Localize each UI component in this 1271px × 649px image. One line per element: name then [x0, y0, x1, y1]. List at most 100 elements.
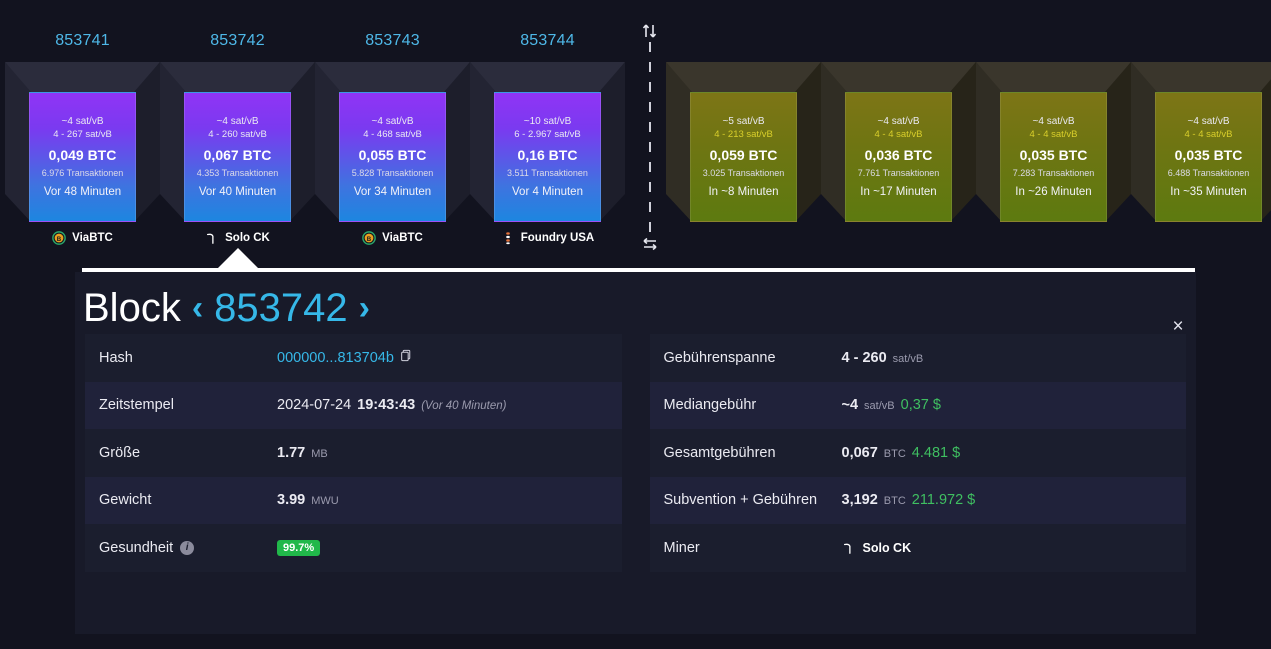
- table-row: Gewicht 3.99 MWU: [85, 476, 622, 524]
- block-height-link[interactable]: 853742: [160, 32, 315, 50]
- block-summary-table-right: Gebührenspanne 4 - 260 sat/vB Mediangebühr ~…: [649, 334, 1186, 572]
- table-row: Zeitstempel 2024-07-24 19:43:43 (Vor 40 Min…: [85, 381, 622, 429]
- row-label: Hash: [99, 349, 133, 366]
- row-label: Gebührenspanne: [663, 349, 776, 366]
- row-value: 1.77: [277, 444, 306, 461]
- block-fee-range: 4 - 4 sat/vB: [874, 129, 923, 140]
- row-key: Gebührenspanne: [664, 350, 842, 366]
- close-icon[interactable]: ×: [1167, 316, 1189, 338]
- block-front-face[interactable]: ~4 sat/vB 4 - 468 sat/vB 0,055 BTC 5.828 Tr…: [339, 92, 446, 222]
- block-hash-link[interactable]: 000000...813704b: [277, 350, 394, 366]
- block-front-face[interactable]: ~4 sat/vB 4 - 260 sat/vB 0,067 BTC 4.353 Tr…: [184, 92, 291, 222]
- mempool-block[interactable]: ~4 sat/vB 4 - 4 sat/vB 0,035 BTC 7.283 Tran…: [976, 62, 1131, 222]
- confirmed-block[interactable]: ~4 sat/vB 4 - 260 sat/vB 0,067 BTC 4.353 Tr…: [160, 62, 315, 222]
- block-front-face[interactable]: ~4 sat/vB 4 - 4 sat/vB 0,035 BTC 7.283 Tran…: [1000, 92, 1107, 222]
- block-reward: 0,067 BTC: [203, 147, 272, 163]
- block-height-link[interactable]: 853741: [5, 32, 160, 50]
- block-fee-range: 4 - 4 sat/vB: [1184, 129, 1233, 140]
- block-height-link[interactable]: 853743: [315, 32, 470, 50]
- block-height-link[interactable]: 853744: [470, 32, 625, 50]
- timestamp-date: 2024-07-24: [277, 397, 352, 414]
- row-unit: BTC: [883, 447, 906, 460]
- block-top-face: [470, 62, 625, 92]
- block-eta: In ~35 Minuten: [1170, 186, 1247, 198]
- block-front-face[interactable]: ~4 sat/vB 4 - 4 sat/vB 0,035 BTC 6.488 Tran…: [1155, 92, 1262, 222]
- block-top-face: [5, 62, 160, 92]
- mempool-block[interactable]: ~4 sat/vB 4 - 4 sat/vB 0,035 BTC 6.488 Tran…: [1131, 62, 1271, 222]
- viabtc-icon: B: [362, 231, 376, 245]
- row-usd-value: 4.481 $: [911, 444, 961, 461]
- table-row: Gesamtgebühren 0,067 BTC 4.481 $: [649, 429, 1186, 477]
- block-reward: 0,049 BTC: [48, 147, 117, 163]
- block-fee-range: 6 - 2.967 sat/vB: [514, 129, 581, 140]
- mining-pool-name: Foundry USA: [520, 232, 595, 244]
- row-label: Mediangebühr: [663, 397, 757, 414]
- svg-text:B: B: [57, 236, 62, 243]
- row-unit: MWU: [311, 495, 339, 508]
- table-row: Mediangebühr ~4 sat/vB 0,37 $: [649, 381, 1186, 429]
- row-key: Mediangebühr: [664, 397, 842, 413]
- mining-pool-label[interactable]: B ViaBTC: [315, 228, 470, 248]
- block-reward: 0,059 BTC: [709, 147, 778, 163]
- mempool-block[interactable]: ~4 sat/vB 4 - 4 sat/vB 0,036 BTC 7.761 Tran…: [821, 62, 976, 222]
- sort-vertical-icon[interactable]: [641, 22, 659, 40]
- block-top-face: [315, 62, 470, 92]
- table-row: Gebührenspanne 4 - 260 sat/vB: [649, 334, 1186, 382]
- row-key: Gesundheit i: [99, 540, 277, 556]
- block-front-face[interactable]: ~4 sat/vB 4 - 267 sat/vB 0,049 BTC 6.976 Tr…: [29, 92, 136, 222]
- row-value-cell: 0,067 BTC 4.481 $: [842, 445, 961, 461]
- block-title-word: Block: [83, 286, 181, 330]
- row-key: Hash: [99, 350, 277, 366]
- info-icon[interactable]: i: [180, 540, 195, 555]
- swap-horizontal-icon[interactable]: [641, 235, 659, 253]
- next-block-button[interactable]: ›: [359, 286, 370, 330]
- block-tx-count: 7.761 Transaktionen: [857, 168, 940, 178]
- mining-pool-label[interactable]: B ViaBTC: [5, 228, 160, 248]
- block-tx-count: 6.976 Transaktionen: [41, 168, 124, 178]
- prev-block-button[interactable]: ‹: [192, 286, 203, 330]
- block-median-fee: ~5 sat/vB: [722, 116, 765, 127]
- block-height-value[interactable]: 853742: [214, 286, 347, 330]
- row-key: Miner: [664, 540, 842, 556]
- block-reward: 0,055 BTC: [358, 147, 427, 163]
- block-tx-count: 6.488 Transaktionen: [1167, 168, 1250, 178]
- block-median-fee: ~4 sat/vB: [1187, 116, 1230, 127]
- row-value: 3.99: [277, 492, 306, 509]
- block-front-face[interactable]: ~5 sat/vB 4 - 213 sat/vB 0,059 BTC 3.025 Tr…: [690, 92, 797, 222]
- block-front-face[interactable]: ~10 sat/vB 6 - 2.967 sat/vB 0,16 BTC 3.511 …: [494, 92, 601, 222]
- block-fee-range: 4 - 468 sat/vB: [363, 129, 422, 140]
- row-value: 0,067: [841, 444, 878, 461]
- solock-icon: [207, 233, 214, 244]
- block-tx-count: 3.025 Transaktionen: [702, 168, 785, 178]
- row-value-cell: 3,192 BTC 211.972 $: [842, 492, 976, 508]
- row-label: Größe: [99, 444, 141, 461]
- block-fee-range: 4 - 4 sat/vB: [1029, 129, 1078, 140]
- mining-pool-name: ViaBTC: [382, 232, 423, 244]
- mempool-block[interactable]: ~5 sat/vB 4 - 213 sat/vB 0,059 BTC 3.025 Tr…: [666, 62, 821, 222]
- miner-value[interactable]: Solo CK: [842, 541, 911, 555]
- row-key: Subvention + Gebühren: [664, 492, 842, 508]
- block-median-fee: ~4 sat/vB: [61, 116, 104, 127]
- row-value-cell: 2024-07-24 19:43:43 (Vor 40 Minuten): [277, 397, 506, 413]
- block-front-face[interactable]: ~4 sat/vB 4 - 4 sat/vB 0,036 BTC 7.761 Tran…: [845, 92, 952, 222]
- confirmed-block[interactable]: ~4 sat/vB 4 - 267 sat/vB 0,049 BTC 6.976 Tr…: [5, 62, 160, 222]
- block-age: Vor 4 Minuten: [512, 186, 583, 198]
- row-label: Gesamtgebühren: [663, 444, 776, 461]
- block-fee-range: 4 - 213 sat/vB: [714, 129, 773, 140]
- block-tx-count: 3.511 Transaktionen: [507, 168, 588, 178]
- svg-text:B: B: [367, 236, 372, 243]
- timestamp-relative: (Vor 40 Minuten): [421, 400, 507, 413]
- block-fee-range: 4 - 260 sat/vB: [208, 129, 267, 140]
- row-key: Gewicht: [99, 492, 277, 508]
- mempool-divider: [640, 10, 660, 265]
- row-value-cell: 99.7%: [277, 539, 321, 556]
- block-median-fee: ~10 sat/vB: [523, 116, 572, 127]
- confirmed-block[interactable]: ~10 sat/vB 6 - 2.967 sat/vB 0,16 BTC 3.511 …: [470, 62, 625, 222]
- copy-icon[interactable]: [400, 349, 413, 366]
- row-value-cell: 3.99 MWU: [277, 492, 339, 508]
- confirmed-block[interactable]: ~4 sat/vB 4 - 468 sat/vB 0,055 BTC 5.828 Tr…: [315, 62, 470, 222]
- mining-pool-label[interactable]: Foundry USA: [470, 228, 625, 248]
- mining-pool-label[interactable]: Solo CK: [160, 228, 315, 248]
- selected-block-pointer: [215, 248, 260, 268]
- row-value: 3,192: [841, 492, 878, 509]
